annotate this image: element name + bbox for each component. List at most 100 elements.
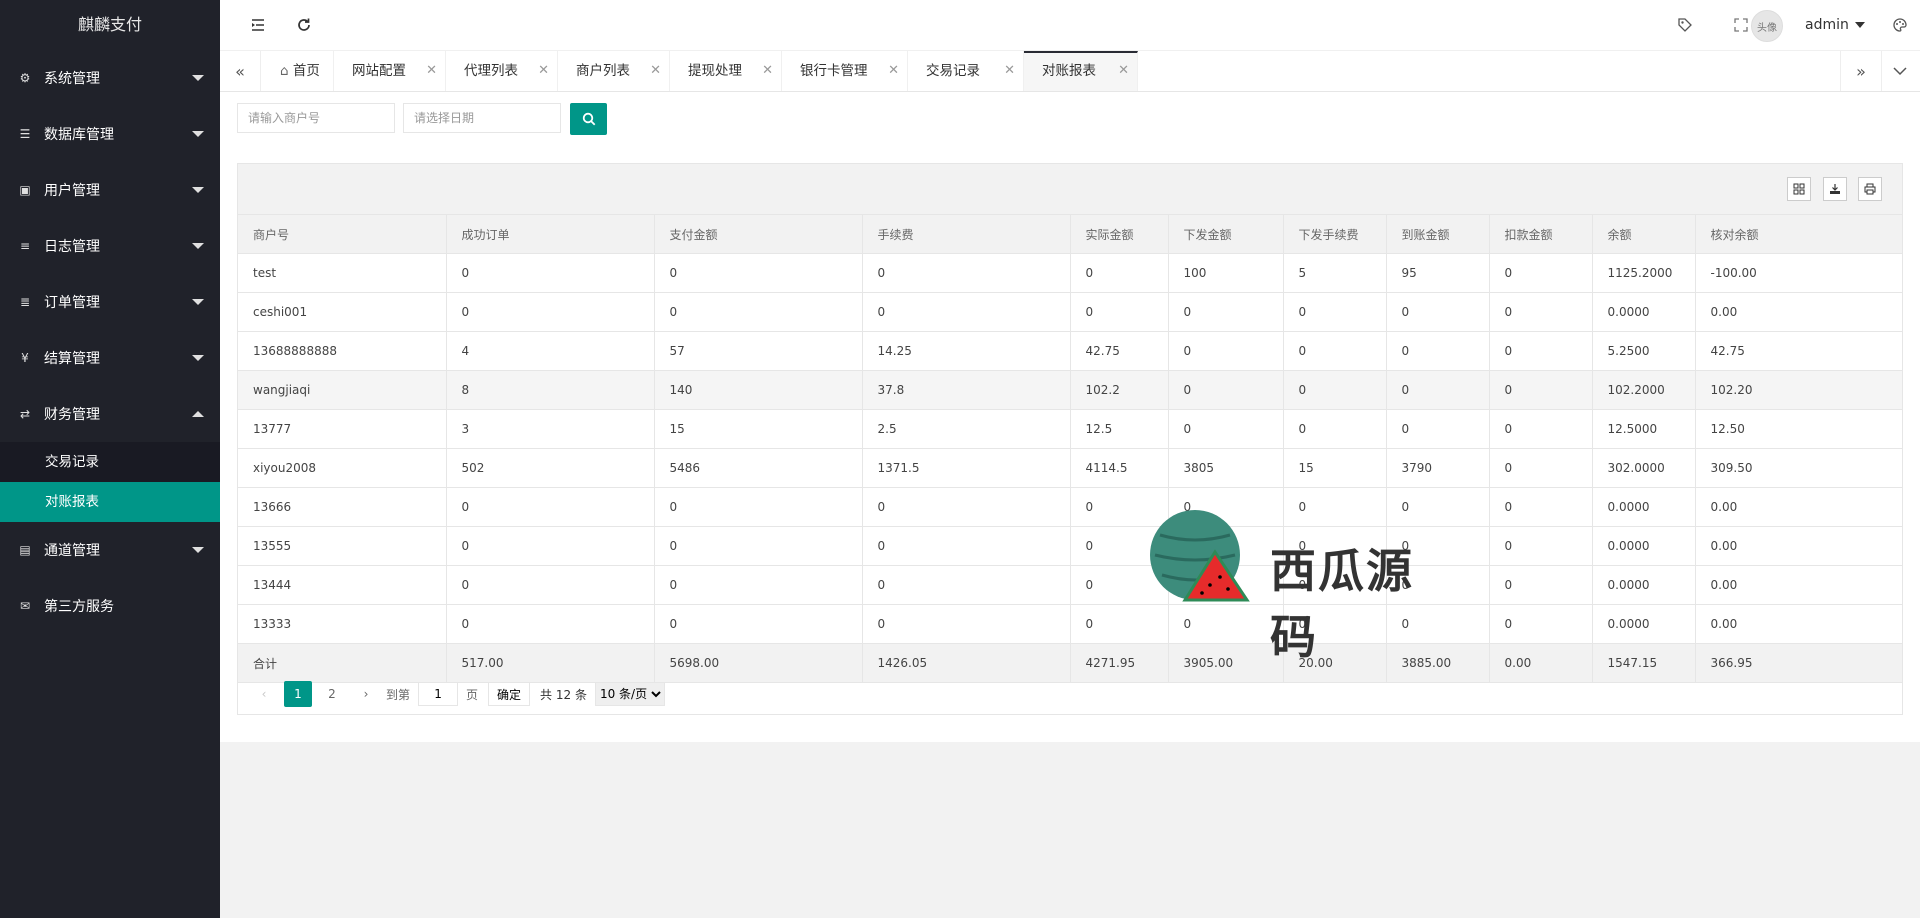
tab-5[interactable]: 银行卡管理 ✕ — [782, 51, 908, 91]
sidebar-item-2[interactable]: ▣ 用户管理 — [0, 162, 220, 218]
app-logo-title[interactable]: 麒麟支付 — [0, 0, 220, 50]
column-header[interactable]: 下发手续费 — [1283, 215, 1387, 254]
column-header[interactable]: 下发金额 — [1168, 215, 1284, 254]
tag-icon[interactable] — [1665, 0, 1705, 50]
table-row[interactable]: 13444000000000.00000.00 — [238, 565, 1902, 605]
date-picker-input[interactable] — [403, 103, 561, 133]
column-header[interactable]: 商户号 — [238, 215, 447, 254]
table-row[interactable]: 13688888888 4 57 14.25 42.75 0 0 0 0 5.2500 42.75 — [238, 331, 1902, 371]
table-cell: 1125.2000 — [1592, 253, 1696, 293]
table-cell: 0.0000 — [1592, 604, 1696, 644]
column-header[interactable]: 到账金额 — [1386, 215, 1490, 254]
user-menu[interactable]: admin — [1805, 0, 1865, 50]
column-header[interactable]: 扣款金额 — [1489, 215, 1593, 254]
table-row[interactable]: wangjiaqi 8 140 37.8 102.2 0 0 0 0 102.2000 102.20 — [238, 370, 1902, 410]
close-icon[interactable]: ✕ — [426, 51, 437, 91]
table-cell: 0 — [1283, 331, 1387, 371]
tab-1[interactable]: 网站配置 ✕ — [334, 51, 446, 91]
table-row[interactable]: xiyou2008 502 5486 1371.5 4114.5 3805 15 3790 0 3… — [238, 448, 1902, 488]
table-cell: 0 — [654, 565, 863, 605]
mail-icon: ✉ — [19, 599, 31, 613]
table-cell: 3 — [446, 409, 655, 449]
chevron-down-icon — [192, 131, 204, 137]
sidebar-item-7[interactable]: ▤ 通道管理 — [0, 522, 220, 578]
merchant-search-input[interactable] — [237, 103, 395, 133]
close-icon[interactable]: ✕ — [538, 51, 549, 91]
page-size-select[interactable]: 10 条/页20 条/页30 条/页 — [594, 682, 665, 706]
column-header[interactable]: 实际金额 — [1070, 215, 1169, 254]
tab-2[interactable]: 代理列表 ✕ — [446, 51, 558, 91]
sidebar-item-label: 系统管理 — [44, 71, 100, 87]
sidebar: 麒麟支付 ⚙ 系统管理 ☰ 数据库管理 ▣ 用户管理 ≡ 日志管理 ≣ 订单管理 ¥ 结算管理 ⇄ 财务管… — [0, 0, 220, 918]
theme-icon[interactable] — [1880, 0, 1920, 50]
refresh-icon[interactable] — [284, 0, 324, 50]
avatar[interactable]: 头像 — [1751, 10, 1783, 42]
sidebar-item-3[interactable]: ≡ 日志管理 — [0, 218, 220, 274]
table-cell: 4 — [446, 331, 655, 371]
table-row[interactable]: 13777 3 15 2.5 12.5 0 0 0 0 12.5000 12.50 — [238, 409, 1902, 449]
submenu-item-0[interactable]: 交易记录 — [0, 442, 220, 482]
report-table-panel: 商户号 成功订单 支付金额 手续费 实际金额 下发金额 下发手续费 到账金额 扣款金额 余额 核对余… — [237, 163, 1903, 715]
sidebar-item-6[interactable]: ⇄ 财务管理 — [0, 386, 220, 442]
table-cell: 42.75 — [1695, 331, 1902, 371]
column-header[interactable]: 支付金额 — [654, 215, 863, 254]
page-unit-label: 页 — [466, 687, 479, 702]
tab-label: 网站配置 — [352, 63, 406, 79]
sidebar-item-1[interactable]: ☰ 数据库管理 — [0, 106, 220, 162]
tab-6[interactable]: 交易记录 ✕ — [908, 51, 1024, 91]
finance-submenu: 交易记录 对账报表 — [0, 442, 220, 522]
table-row[interactable]: 13333 0 0 0 0 0 0 0 0 0.0000 0.00 — [238, 604, 1902, 644]
search-button[interactable] — [570, 103, 607, 135]
column-header[interactable]: 核对余额 — [1695, 215, 1902, 254]
sidebar-item-4[interactable]: ≣ 订单管理 — [0, 274, 220, 330]
page-2-button[interactable]: 2 — [318, 681, 346, 707]
table-cell: ceshi001 — [238, 292, 447, 332]
close-icon[interactable]: ✕ — [1004, 51, 1015, 91]
sidebar-item-8[interactable]: ✉ 第三方服务 — [0, 578, 220, 634]
column-header[interactable]: 余额 — [1592, 215, 1696, 254]
tabs-scroll-right-icon[interactable]: » — [1840, 51, 1882, 91]
table-cell: 13555 — [238, 526, 447, 566]
sidebar-item-label: 第三方服务 — [44, 599, 114, 615]
page-1-button[interactable]: 1 — [284, 681, 312, 707]
goto-confirm-button[interactable]: 确定 — [488, 682, 531, 706]
username: admin — [1805, 17, 1849, 33]
tab-7[interactable]: 对账报表 ✕ — [1024, 51, 1138, 91]
table-cell: 3790 — [1386, 448, 1490, 488]
sidebar-item-5[interactable]: ¥ 结算管理 — [0, 330, 220, 386]
close-icon[interactable]: ✕ — [762, 51, 773, 91]
print-icon[interactable] — [1858, 177, 1882, 201]
prev-page-icon[interactable]: ‹ — [250, 681, 278, 707]
submenu-item-1[interactable]: 对账报表 — [0, 482, 220, 522]
export-icon[interactable] — [1823, 177, 1847, 201]
tab-0[interactable]: ⌂ 首页 — [262, 51, 334, 91]
total-count: 共 12 条 — [540, 687, 587, 702]
table-row[interactable]: test 0 0 0 0 100 5 95 0 1125.2000 -100.00 — [238, 253, 1902, 293]
table-row[interactable]: ceshi001 0 0 0 0 0 0 0 0 0.0000 0.00 — [238, 292, 1902, 332]
sidebar-item-0[interactable]: ⚙ 系统管理 — [0, 50, 220, 106]
table-cell: 0 — [862, 292, 1071, 332]
table-row[interactable]: 13666 0 0 0 0 0 0 0 0 0.0000 0.00 — [238, 487, 1902, 527]
table-row[interactable]: 13555000000000.00000.00 — [238, 526, 1902, 566]
column-header[interactable]: 成功订单 — [446, 215, 655, 254]
close-icon[interactable]: ✕ — [888, 51, 899, 91]
table-cell: 0 — [1489, 448, 1593, 488]
next-page-icon[interactable]: › — [352, 681, 380, 707]
close-icon[interactable]: ✕ — [1118, 53, 1129, 89]
tab-4[interactable]: 提现处理 ✕ — [670, 51, 782, 91]
table-cell: 0 — [654, 604, 863, 644]
menu-fold-icon[interactable] — [238, 0, 278, 50]
goto-page-input[interactable] — [418, 682, 459, 706]
table-cell: 0 — [1070, 292, 1169, 332]
tabs-dropdown-icon[interactable] — [1880, 51, 1920, 91]
sidebar-item-label: 用户管理 — [44, 183, 100, 199]
table-cell: 0 — [1489, 409, 1593, 449]
columns-filter-icon[interactable] — [1787, 177, 1811, 201]
tab-3[interactable]: 商户列表 ✕ — [558, 51, 670, 91]
table-cell: 0 — [446, 292, 655, 332]
table-cell: 15 — [654, 409, 863, 449]
tabs-scroll-left-icon[interactable]: « — [220, 51, 261, 91]
column-header[interactable]: 手续费 — [862, 215, 1071, 254]
top-header: 头像 admin — [220, 0, 1920, 51]
close-icon[interactable]: ✕ — [650, 51, 661, 91]
